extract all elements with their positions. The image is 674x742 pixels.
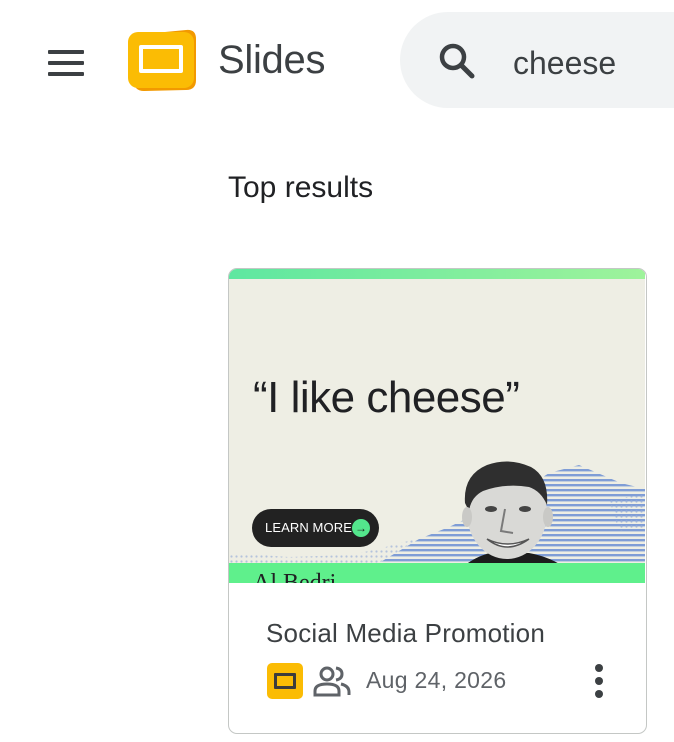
thumbnail-footer-text: Al Bedri	[253, 571, 336, 583]
section-title: Top results	[228, 171, 374, 204]
slides-file-icon	[267, 663, 303, 699]
result-card[interactable]: “I like cheese” LEARN MORE → Al Bedri So…	[228, 268, 647, 734]
learn-more-label: LEARN MORE	[265, 520, 352, 535]
file-date: Aug 24, 2026	[366, 667, 507, 693]
thumbnail-quote: “I like cheese”	[253, 373, 520, 422]
file-title[interactable]: Social Media Promotion	[266, 618, 545, 649]
search-bar[interactable]	[400, 12, 674, 108]
search-input[interactable]	[513, 45, 674, 82]
page: Slides Top results	[0, 0, 674, 742]
more-vert-icon[interactable]	[584, 659, 614, 705]
app-name: Slides	[218, 38, 326, 82]
shared-people-icon	[313, 666, 351, 697]
arrow-right-icon: →	[352, 519, 370, 537]
google-slides-logo-icon[interactable]	[124, 24, 200, 96]
learn-more-button: LEARN MORE →	[252, 509, 379, 547]
presentation-thumbnail[interactable]: “I like cheese” LEARN MORE → Al Bedri	[229, 269, 645, 583]
search-icon[interactable]	[437, 41, 477, 81]
hamburger-menu-icon[interactable]	[40, 42, 92, 84]
